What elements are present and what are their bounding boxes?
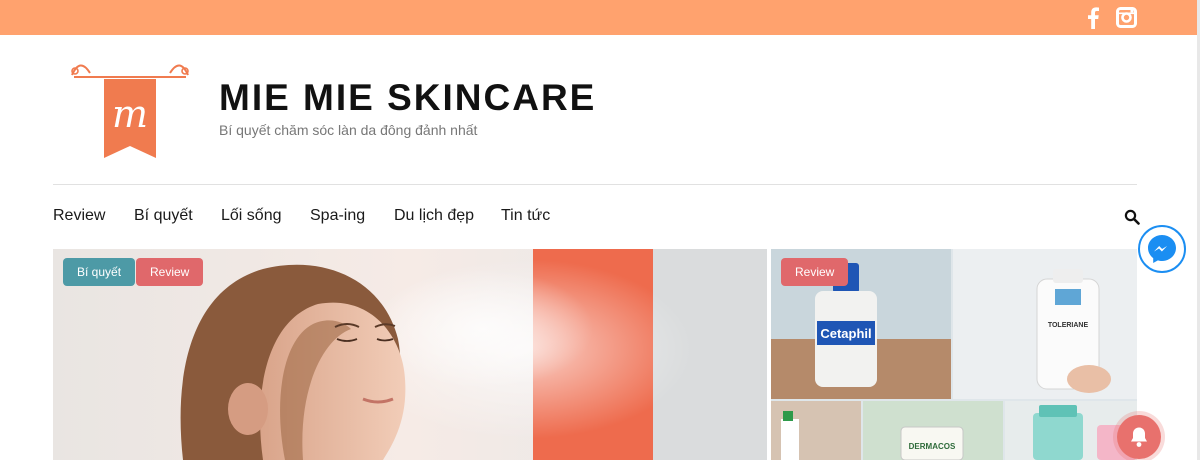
main-nav: Review Bí quyết Lối sống Spa-ing Du lịch… (53, 196, 1140, 238)
category-badge-bi-quyet[interactable]: Bí quyết (63, 258, 136, 286)
bell-icon[interactable] (1117, 415, 1161, 459)
nav-item-review[interactable]: Review (53, 207, 105, 225)
messenger-icon[interactable] (1138, 225, 1186, 273)
site-title[interactable]: MIE MIE SKINCARE (219, 77, 596, 119)
header-divider (53, 184, 1137, 185)
logo-letter: m (112, 92, 148, 136)
site-header: m MIE MIE SKINCARE Bí quyết chăm sóc làn… (0, 35, 1197, 185)
category-badge-review-side[interactable]: Review (781, 258, 849, 286)
featured-post-side[interactable]: Cetaphil TOLERIANE DERMACOS Review (771, 249, 1137, 460)
product-label-cetaphil: Cetaphil (820, 326, 871, 341)
nav-item-du-lich-dep[interactable]: Du lịch đẹp (394, 207, 474, 225)
featured-post-main[interactable]: Bí quyết Review (53, 249, 767, 460)
nav-item-spa-ing[interactable]: Spa-ing (310, 207, 365, 225)
category-badge-review[interactable]: Review (136, 258, 204, 286)
search-icon[interactable] (1124, 209, 1140, 225)
top-bar (0, 0, 1197, 35)
product-label-toleriane: TOLERIANE (1048, 322, 1089, 329)
nav-item-loi-song[interactable]: Lối sống (221, 207, 282, 225)
nav-item-bi-quyet[interactable]: Bí quyết (134, 207, 193, 225)
product-label-dermacos: DERMACOS (909, 442, 956, 451)
site-tagline: Bí quyết chăm sóc làn da đông đảnh nhất (219, 122, 478, 138)
facebook-icon[interactable] (1086, 0, 1104, 35)
site-logo[interactable]: m (66, 51, 194, 161)
nav-item-tin-tuc[interactable]: Tin tức (501, 207, 550, 225)
instagram-icon[interactable] (1116, 0, 1138, 35)
